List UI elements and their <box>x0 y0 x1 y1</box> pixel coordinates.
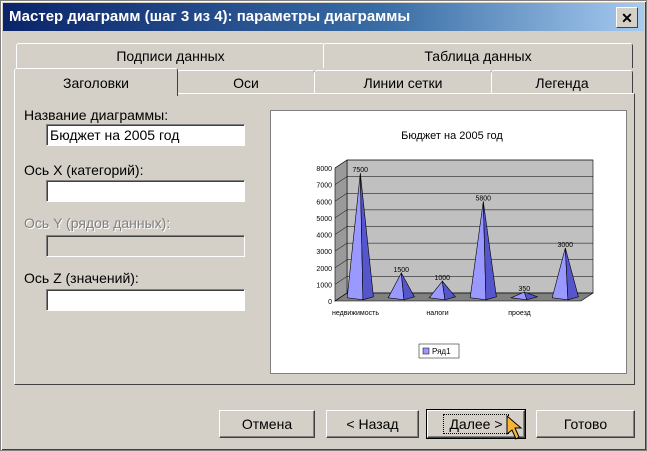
data-label: 1500 <box>394 267 410 274</box>
axis-z-field[interactable] <box>46 289 245 311</box>
cancel-button[interactable]: Отмена <box>219 410 315 438</box>
axis-z-label: Ось Z (значений): <box>24 270 139 286</box>
title-bar: Мастер диаграмм (шаг 3 из 4): параметры … <box>3 3 644 31</box>
tab-titles[interactable]: Заголовки <box>14 68 178 96</box>
back-button[interactable]: < Назад <box>326 410 419 438</box>
tab-panel-titles: Название диаграммы: Бюджет на 2005 год О… <box>14 93 635 385</box>
tab-data-labels[interactable]: Подписи данных <box>16 43 325 68</box>
axis-x-label: Ось X (категорий): <box>24 162 144 178</box>
finish-button[interactable]: Готово <box>536 410 635 438</box>
data-label: 5800 <box>476 195 492 202</box>
y-tick-label: 7000 <box>316 183 332 190</box>
tab-data-table[interactable]: Таблица данных <box>323 43 633 68</box>
chart-title: Бюджет на 2005 год <box>401 130 503 142</box>
x-tick-label: налоги <box>426 310 448 317</box>
legend-label: Ряд1 <box>432 347 451 356</box>
y-tick-label: 0 <box>328 299 332 306</box>
chart-svg: Бюджет на 2005 год 0 1000 2000 3000 4000 5000… <box>316 130 594 359</box>
data-label: 3000 <box>558 242 574 249</box>
tab-axes[interactable]: Оси <box>177 70 315 95</box>
chart-preview: Бюджет на 2005 год 0 1000 2000 3000 4000 5000… <box>270 110 627 374</box>
axis-y-field <box>46 235 245 257</box>
tab-legend[interactable]: Легенда <box>491 70 633 95</box>
y-tick-label: 1000 <box>316 282 332 289</box>
x-tick-label: проезд <box>508 310 530 317</box>
window-title: Мастер диаграмм (шаг 3 из 4): параметры … <box>9 8 411 25</box>
data-label: 7500 <box>353 167 369 174</box>
y-tick-label: 6000 <box>316 199 332 206</box>
mouse-cursor-icon <box>506 415 523 440</box>
x-tick-label: недвижимость <box>332 310 379 317</box>
y-tick-label: 2000 <box>316 266 332 273</box>
tab-gridlines[interactable]: Линии сетки <box>314 70 492 95</box>
close-icon[interactable]: ✕ <box>616 7 638 28</box>
y-tick-label: 8000 <box>316 166 332 173</box>
chart-title-field[interactable]: Бюджет на 2005 год <box>46 124 245 146</box>
y-tick-label: 3000 <box>316 249 332 256</box>
chart-wizard-dialog: Мастер диаграмм (шаг 3 из 4): параметры … <box>0 0 647 451</box>
chart-title-label: Название диаграммы: <box>24 107 169 123</box>
legend-swatch <box>422 347 430 355</box>
data-label: 350 <box>518 286 530 293</box>
y-tick-label: 4000 <box>316 233 332 240</box>
axis-y-label: Ось Y (рядов данных): <box>24 215 171 231</box>
axis-x-field[interactable] <box>46 180 245 202</box>
y-tick-label: 5000 <box>316 216 332 223</box>
data-label: 1000 <box>435 275 451 282</box>
